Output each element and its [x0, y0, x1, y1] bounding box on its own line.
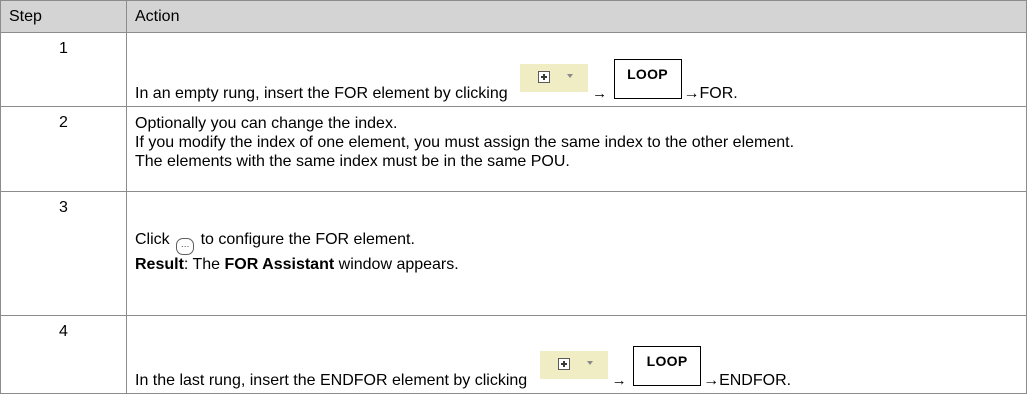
table-header-row: Step Action	[0, 0, 1027, 33]
action-line: In the last rung, insert the ENDFOR elem…	[135, 346, 1026, 390]
insert-element-button	[520, 64, 589, 92]
arrow-text: →	[611, 372, 627, 389]
click-text: Click	[135, 231, 170, 248]
result-label: Result	[135, 256, 184, 273]
insert-element-button	[539, 351, 608, 379]
action-line: Click … to configure the FOR element.	[135, 230, 1026, 255]
loop-label: LOOP	[627, 66, 668, 82]
click-suffix: to configure the FOR element.	[200, 231, 415, 248]
loop-button: LOOP	[613, 59, 682, 99]
action-cell: In an empty rung, insert the FOR element…	[126, 32, 1027, 107]
action-cell: Optionally you can change the index. If …	[126, 106, 1027, 192]
chevron-down-icon	[586, 361, 593, 365]
steps-table-wrapper: Step Action 1 In an empty rung, insert t…	[0, 0, 1027, 394]
result-window-name: FOR Assistant	[224, 256, 335, 273]
insert-box-icon	[538, 71, 551, 83]
action-line: Optionally you can change the index.	[135, 115, 398, 132]
action-text: In the last rung, insert the ENDFOR elem…	[135, 372, 528, 389]
table-row: 3 Click … to configure the FOR element. …	[0, 191, 1027, 316]
action-suffix: →ENDFOR.	[703, 372, 792, 389]
step-number: 4	[0, 315, 127, 394]
table-row: 1 In an empty rung, insert the FOR eleme…	[0, 32, 1027, 107]
insert-box-icon	[557, 358, 570, 370]
action-cell: Click … to configure the FOR element. Re…	[126, 191, 1027, 316]
chevron-down-icon	[567, 74, 574, 78]
loop-label: LOOP	[646, 353, 688, 369]
header-step: Step	[0, 0, 127, 33]
action-text: In an empty rung, insert the FOR element…	[135, 85, 508, 102]
result-suffix: window appears.	[334, 256, 459, 273]
table-row: 2 Optionally you can change the index. I…	[0, 106, 1027, 192]
action-cell: In the last rung, insert the ENDFOR elem…	[126, 315, 1027, 394]
action-line: If you modify the index of one element, …	[135, 134, 795, 151]
action-suffix: →FOR.	[683, 85, 738, 102]
loop-button: LOOP	[633, 346, 702, 386]
result-line: Result: The FOR Assistant window appears…	[135, 255, 1026, 274]
arrow-text: →	[592, 85, 608, 102]
header-action: Action	[126, 0, 1027, 33]
step-number: 1	[0, 32, 127, 107]
action-line: The elements with the same index must be…	[135, 153, 570, 170]
action-line: In an empty rung, insert the FOR element…	[135, 59, 1026, 103]
steps-table: Step Action 1 In an empty rung, insert t…	[0, 0, 1027, 394]
table-row: 4 In the last rung, insert the ENDFOR el…	[0, 315, 1027, 394]
result-colon: : The	[183, 256, 225, 273]
step-number: 2	[0, 106, 127, 192]
step-number: 3	[0, 191, 127, 316]
ellipsis-button-icon: …	[176, 238, 195, 255]
